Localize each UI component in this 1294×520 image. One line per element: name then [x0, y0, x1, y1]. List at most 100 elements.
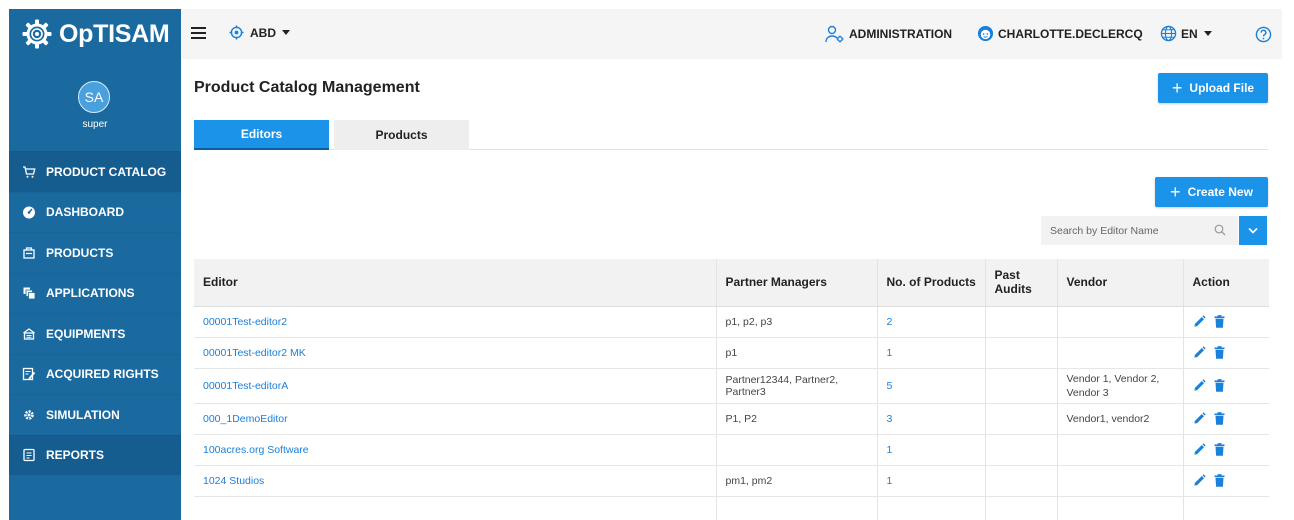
- table-row: 00001Test-editor2 MK p1 1: [194, 337, 1269, 369]
- table-row: 1024 Studios pm1, pm2 1: [194, 465, 1269, 497]
- dashboard-icon: [22, 205, 36, 219]
- help-icon[interactable]: [1255, 26, 1272, 43]
- table-header-row: Editor Partner Managers No. of Products …: [194, 259, 1269, 307]
- partner-managers-cell: p1: [716, 337, 878, 369]
- editor-link[interactable]: 00001Test-editorA: [203, 380, 288, 392]
- edit-pencil-icon[interactable]: [1193, 315, 1206, 328]
- edit-pencil-icon[interactable]: [1193, 379, 1206, 392]
- edit-pencil-icon[interactable]: [1193, 474, 1206, 487]
- tab-products[interactable]: Products: [334, 120, 469, 150]
- language-label: EN: [1181, 26, 1198, 41]
- delete-trash-icon[interactable]: [1214, 379, 1225, 392]
- page-title: Product Catalog Management: [194, 79, 420, 96]
- action-cell: [1183, 434, 1269, 466]
- partner-managers-cell: P1, P2: [716, 403, 878, 435]
- delete-trash-icon[interactable]: [1214, 474, 1225, 487]
- table-row: 000_1DemoEditor P1, P2 3 Vendor1, vendor…: [194, 403, 1269, 435]
- table-row: 00001Test-editor2 p1, p2, p3 2: [194, 306, 1269, 338]
- delete-trash-icon[interactable]: [1214, 412, 1225, 425]
- edit-pencil-icon[interactable]: [1193, 346, 1206, 359]
- chevron-down-icon: [1248, 227, 1258, 234]
- language-selector[interactable]: EN: [1160, 25, 1212, 42]
- search-input[interactable]: [1050, 224, 1210, 237]
- delete-trash-icon[interactable]: [1214, 315, 1225, 328]
- main-content: Product Catalog Management + Upload File…: [181, 59, 1282, 520]
- edit-pencil-icon[interactable]: [1193, 412, 1206, 425]
- column-header-partner-managers[interactable]: Partner Managers: [716, 259, 878, 307]
- org-selector[interactable]: ABD: [229, 25, 290, 40]
- search-filter-dropdown[interactable]: [1239, 216, 1267, 245]
- sidebar-item-product-catalog[interactable]: PRODUCT CATALOG: [9, 151, 181, 192]
- editor-link[interactable]: 00001Test-editor2: [203, 316, 287, 328]
- sidebar-item-label: PRODUCT CATALOG: [46, 164, 167, 179]
- product-count-link[interactable]: 5: [887, 380, 893, 392]
- create-new-button[interactable]: + Create New: [1155, 177, 1268, 207]
- sidebar-nav: PRODUCT CATALOG DASHBOARD PRODUCTS APPLI…: [9, 151, 181, 475]
- user-menu[interactable]: CHARLOTTE.DECLERCQ: [977, 25, 1143, 42]
- action-cell: [1183, 337, 1269, 369]
- administration-menu[interactable]: ADMINISTRATION: [825, 25, 952, 43]
- column-header-vendor[interactable]: Vendor: [1057, 259, 1184, 307]
- app-name: OpTISAM: [59, 19, 170, 48]
- search-box: [1041, 216, 1238, 245]
- product-count-link[interactable]: 1: [887, 347, 893, 359]
- user-gear-icon: [825, 25, 844, 43]
- editor-link[interactable]: 1024 Studios: [203, 475, 264, 487]
- menu-toggle-icon[interactable]: [191, 27, 206, 39]
- sidebar-item-dashboard[interactable]: DASHBOARD: [9, 191, 181, 233]
- edit-pencil-icon[interactable]: [1193, 443, 1206, 456]
- product-count-link[interactable]: 2: [887, 316, 893, 328]
- sidebar-item-label: DASHBOARD: [46, 205, 124, 220]
- app-logo[interactable]: OpTISAM: [9, 9, 181, 59]
- delete-trash-icon[interactable]: [1214, 346, 1225, 359]
- sidebar-item-equipments[interactable]: EQUIPMENTS: [9, 313, 181, 354]
- sidebar-item-reports[interactable]: REPORTS: [9, 434, 181, 475]
- search-icon[interactable]: [1214, 224, 1226, 236]
- user-avatar-icon: [977, 25, 994, 42]
- upload-file-label: Upload File: [1189, 81, 1255, 95]
- column-header-past-audits[interactable]: Past Audits: [985, 259, 1058, 307]
- cart-icon: [22, 165, 36, 179]
- chevron-down-icon: [282, 30, 290, 35]
- editors-table: Editor Partner Managers No. of Products …: [194, 259, 1269, 520]
- table-row: 100acres.org Software 1: [194, 434, 1269, 466]
- product-count-link[interactable]: 1: [887, 475, 893, 487]
- tab-editors[interactable]: Editors: [194, 120, 329, 150]
- globe-icon: [1160, 25, 1177, 42]
- editor-link[interactable]: 100acres.org Software: [203, 444, 309, 456]
- action-cell: [1183, 368, 1269, 404]
- action-cell: [1183, 403, 1269, 435]
- partner-managers-cell: pm1, pm2: [716, 465, 878, 497]
- table-row: 00001Test-editorA Partner12344, Partner2…: [194, 368, 1269, 404]
- upload-file-button[interactable]: + Upload File: [1158, 73, 1268, 103]
- plus-icon: +: [1170, 182, 1181, 202]
- table-row: [194, 496, 1269, 520]
- column-header-no-of-products[interactable]: No. of Products: [877, 259, 986, 307]
- avatar[interactable]: SA: [78, 81, 110, 113]
- action-cell: [1183, 465, 1269, 497]
- app-window: OpTISAM ABD ADMINISTRATION CHARLOTTE.DEC…: [9, 9, 1282, 520]
- partner-managers-cell: Partner12344, Partner2, Partner3: [716, 368, 878, 404]
- past-audits-cell: [985, 434, 1058, 466]
- tab-bar: Editors Products: [194, 120, 1268, 150]
- editor-link[interactable]: 00001Test-editor2 MK: [203, 347, 306, 359]
- sidebar: SA super PRODUCT CATALOG DASHBOARD PRODU…: [9, 59, 181, 520]
- product-count-link[interactable]: 3: [887, 413, 893, 425]
- reports-icon: [22, 448, 36, 462]
- top-bar: OpTISAM ABD ADMINISTRATION CHARLOTTE.DEC…: [9, 9, 1282, 59]
- crosshair-icon: [229, 25, 244, 40]
- product-count-link[interactable]: 1: [887, 444, 893, 456]
- sidebar-item-label: SIMULATION: [46, 407, 120, 422]
- sidebar-item-applications[interactable]: APPLICATIONS: [9, 272, 181, 314]
- applications-icon: [22, 286, 36, 300]
- delete-trash-icon[interactable]: [1214, 443, 1225, 456]
- column-header-editor[interactable]: Editor: [194, 259, 717, 307]
- partner-managers-cell: [716, 434, 878, 466]
- sidebar-item-acquired-rights[interactable]: ACQUIRED RIGHTS: [9, 353, 181, 395]
- sidebar-item-label: PRODUCTS: [46, 245, 114, 260]
- sidebar-item-label: APPLICATIONS: [46, 286, 135, 301]
- sidebar-item-simulation[interactable]: SIMULATION: [9, 394, 181, 435]
- sidebar-item-products[interactable]: PRODUCTS: [9, 232, 181, 273]
- acquired-rights-icon: [22, 367, 36, 381]
- editor-link[interactable]: 000_1DemoEditor: [203, 413, 288, 425]
